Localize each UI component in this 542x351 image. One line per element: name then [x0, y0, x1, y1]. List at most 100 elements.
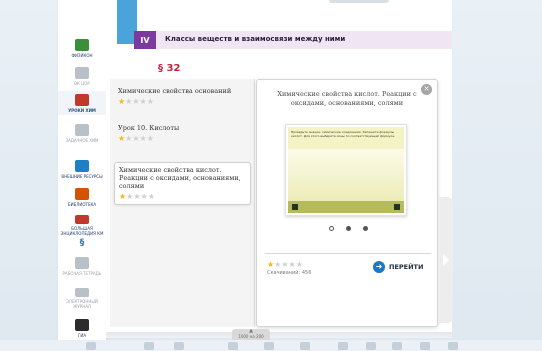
lesson-star-icon[interactable]: ★ [148, 192, 155, 201]
sidebar-item-label: ЗАДАЧНОЕ ХИМ [65, 138, 99, 143]
carousel-dot[interactable] [328, 226, 334, 231]
thumbnail-back-icon [292, 204, 298, 210]
preview-rating[interactable]: ★ ★ ★ ★ ★ [267, 260, 303, 269]
sidebar-item-0[interactable]: ФИЗИКОН [58, 36, 106, 60]
sidebar-item-label: ВК ЦОР [74, 81, 90, 86]
sidebar-item-label: ВНЕШНИЕ РЕСУРСЫ [61, 174, 103, 179]
lesson-item[interactable]: Химические свойства оснований ★ ★ ★ ★ ★ [114, 84, 251, 109]
books-icon [75, 188, 89, 200]
divider [265, 253, 431, 254]
carousel-dot[interactable] [345, 226, 351, 231]
sidebar-item-8[interactable]: РАБОЧАЯ ТЕТРАДЬ [58, 254, 106, 278]
bottom-toolbar [0, 340, 542, 351]
page-shadow [106, 332, 452, 338]
carousel-dots [257, 226, 439, 231]
lesson-item[interactable]: Химические свойства кислот. Реакции с ок… [114, 162, 251, 205]
thumbnail-body [288, 149, 404, 201]
go-button-label: ПЕРЕЙТИ [389, 263, 424, 271]
sidebar-item-10[interactable]: ГИА [58, 316, 106, 340]
sidebar-item-label: ФИЗИКОН [71, 53, 93, 58]
lesson-star-icon[interactable]: ★ [126, 192, 133, 201]
chapter-number: IV [134, 31, 156, 49]
section-number: § 32 [158, 63, 181, 74]
sidebar-item-6[interactable]: БОЛЬШАЯ ЭНЦИКЛОПЕДИЯ КМ [58, 212, 106, 236]
toolbar-tool-icon[interactable] [366, 342, 376, 350]
sidebar-item-7[interactable]: § [58, 236, 106, 252]
thumbnail-text: Проверьте знание: химические соединения.… [291, 130, 396, 138]
toolbar-tool-icon[interactable] [86, 342, 96, 350]
globe-icon [75, 160, 89, 172]
sidebar-item-4[interactable]: ВНЕШНИЕ РЕСУРСЫ [58, 157, 106, 181]
preview-star-icon[interactable]: ★ [281, 260, 288, 269]
lesson-star-icon[interactable]: ★ [125, 134, 132, 143]
thumbnail-footer [288, 201, 404, 213]
toolbar-tool-icon[interactable] [420, 342, 430, 350]
sidebar-item-5[interactable]: БИБЛИОТЕКА [58, 185, 106, 209]
sidebar-item-9[interactable]: ЭЛЕКТРОННЫЙ ЖУРНАЛ [58, 285, 106, 309]
go-button[interactable]: ➜ ПЕРЕЙТИ [373, 261, 423, 273]
lesson-star-icon[interactable]: ★ [132, 97, 139, 106]
monitor-icon [75, 67, 89, 79]
lesson-rating[interactable]: ★ ★ ★ ★ ★ [118, 134, 248, 143]
thumbnail-next-icon [394, 204, 400, 210]
lesson-rating[interactable]: ★ ★ ★ ★ ★ [118, 97, 248, 106]
preview-star-icon[interactable]: ★ [267, 260, 274, 269]
toolbar-tool-icon[interactable] [144, 342, 154, 350]
sidebar-item-label: РАБОЧАЯ ТЕТРАДЬ [62, 271, 102, 276]
lesson-star-icon[interactable]: ★ [119, 192, 126, 201]
lesson-item[interactable]: Урок 10. Кислоты ★ ★ ★ ★ ★ [114, 121, 251, 146]
preview-star-icon[interactable]: ★ [289, 260, 296, 269]
toolbar-tool-icon[interactable] [300, 342, 310, 350]
lesson-star-icon[interactable]: ★ [133, 192, 140, 201]
graduation-cap-icon [75, 319, 89, 331]
lesson-title: Химические свойства оснований [118, 87, 232, 95]
sidebar-item-2[interactable]: УРОКИ ХИМ [58, 91, 106, 115]
pencil-icon [75, 257, 89, 269]
flask-book-icon [75, 39, 89, 51]
lesson-star-icon[interactable]: ★ [118, 97, 125, 106]
sidebar-item-label: УРОКИ ХИМ [68, 108, 96, 113]
bag-icon [75, 94, 89, 106]
thumbnail-header: Проверьте знание: химические соединения.… [288, 127, 404, 149]
preview-star-icon[interactable]: ★ [274, 260, 281, 269]
lesson-star-icon[interactable]: ★ [147, 97, 154, 106]
encyclopedia-icon [75, 215, 89, 224]
lesson-title: Урок 10. Кислоты [118, 124, 180, 132]
zoom-label: 1000 на 200 [238, 334, 264, 339]
lesson-thumbnail[interactable]: Проверьте знание: химические соединения.… [285, 124, 407, 216]
sidebar-item-label: БОЛЬШАЯ ЭНЦИКЛОПЕДИЯ КМ [60, 226, 104, 236]
toolbar-tool-icon[interactable] [392, 342, 402, 350]
chapter-title: Классы веществ и взаимосвязи между ними [165, 35, 346, 43]
sidebar-item-3[interactable]: ЗАДАЧНОЕ ХИМ [58, 121, 106, 145]
chevron-right-icon [443, 254, 449, 266]
lesson-star-icon[interactable]: ★ [141, 192, 148, 201]
page-edge [329, 0, 389, 3]
sidebar-item-label: § [79, 238, 85, 248]
lesson-star-icon[interactable]: ★ [118, 134, 125, 143]
molecule-icon [75, 124, 89, 136]
download-count: Скачиваний: 456 [267, 270, 312, 276]
sidebar-item-label: ГИА [77, 333, 87, 338]
toolbar-tool-icon[interactable] [264, 342, 274, 350]
preview-star-icon[interactable]: ★ [296, 260, 303, 269]
lesson-star-icon[interactable]: ★ [147, 134, 154, 143]
lesson-preview-card: ✕ Химические свойства кислот. Реакции с … [256, 79, 438, 327]
sidebar: ФИЗИКОН ВК ЦОР УРОКИ ХИМ ЗАДАЧНОЕ ХИМ ВНЕШНИ… [58, 0, 106, 340]
toolbar-tool-icon[interactable] [228, 342, 238, 350]
arrow-right-icon: ➜ [373, 261, 385, 273]
lesson-star-icon[interactable]: ★ [140, 97, 147, 106]
carousel-dot[interactable] [362, 226, 368, 231]
toolbar-tool-icon[interactable] [448, 342, 458, 350]
toolbar-tool-icon[interactable] [174, 342, 184, 350]
next-page-button[interactable] [439, 197, 453, 323]
toolbar-tool-icon[interactable] [338, 342, 348, 350]
journal-icon [75, 288, 89, 297]
lesson-list: Химические свойства оснований ★ ★ ★ ★ ★ Урок 1… [110, 79, 255, 327]
preview-title: Химические свойства кислот. Реакции с ок… [277, 90, 417, 107]
lesson-rating[interactable]: ★ ★ ★ ★ ★ [119, 192, 247, 201]
lesson-star-icon[interactable]: ★ [125, 97, 132, 106]
lesson-star-icon[interactable]: ★ [140, 134, 147, 143]
sidebar-item-1[interactable]: ВК ЦОР [58, 64, 106, 88]
sidebar-item-label: ЭЛЕКТРОННЫЙ ЖУРНАЛ [66, 299, 98, 309]
lesson-star-icon[interactable]: ★ [132, 134, 139, 143]
